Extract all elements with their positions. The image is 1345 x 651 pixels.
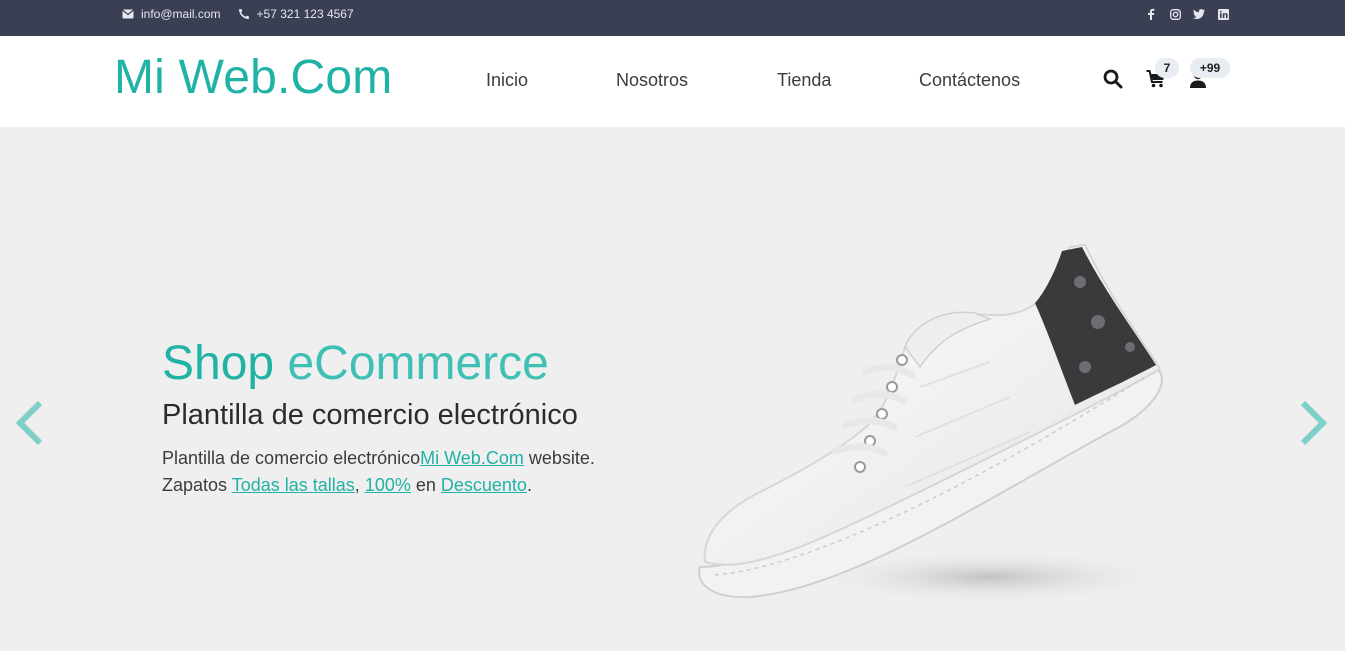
- hero-desc-line-1: Plantilla de comercio electrónicoMi Web.…: [162, 445, 595, 472]
- desc-text: Plantilla de comercio electrónico: [162, 448, 421, 468]
- hero-subtitle: Plantilla de comercio electrónico: [162, 399, 578, 431]
- desc-text: en: [410, 475, 441, 495]
- linkedin-icon[interactable]: [1217, 7, 1229, 21]
- sizes-link[interactable]: Todas las tallas: [232, 475, 355, 495]
- cart-count-badge: 7: [1155, 58, 1179, 78]
- hero-title-shop: Shop: [162, 337, 275, 390]
- phone-icon: [237, 7, 251, 21]
- nav-inicio[interactable]: Inicio: [486, 70, 528, 91]
- twitter-icon[interactable]: [1193, 7, 1205, 21]
- nav-tienda[interactable]: Tienda: [777, 70, 831, 91]
- desc-text: website.: [523, 448, 595, 468]
- phone-text[interactable]: +57 321 123 4567: [257, 7, 354, 21]
- hero-description: Plantilla de comercio electrónicoMi Web.…: [162, 445, 595, 499]
- hero-title: Shop eCommerce: [162, 336, 549, 391]
- search-icon[interactable]: [1102, 68, 1124, 90]
- site-logo[interactable]: Mi Web.Com: [114, 50, 393, 105]
- email-text[interactable]: info@mail.com: [141, 7, 221, 21]
- sneaker-image: [690, 237, 1190, 617]
- nav-contactenos[interactable]: Contáctenos: [919, 70, 1020, 91]
- hero-title-ecommerce: eCommerce: [287, 337, 549, 390]
- desc-text: .: [526, 475, 532, 495]
- hero-desc-line-2: Zapatos Todas las tallas, 100% en Descue…: [162, 472, 595, 499]
- desc-text: Zapatos: [162, 475, 232, 495]
- social-links: [1145, 7, 1229, 21]
- instagram-icon[interactable]: [1169, 7, 1181, 21]
- percent-link[interactable]: 100%: [365, 475, 411, 495]
- desc-text: ,: [354, 475, 365, 495]
- nav-nosotros[interactable]: Nosotros: [616, 70, 688, 91]
- discount-link[interactable]: Descuento: [441, 475, 527, 495]
- hero-slider: Shop eCommerce Plantilla de comercio ele…: [0, 127, 1345, 651]
- envelope-icon: [121, 7, 135, 21]
- facebook-icon[interactable]: [1145, 7, 1157, 21]
- next-slide-icon[interactable]: [1297, 400, 1329, 446]
- user-count-badge: +99: [1190, 58, 1230, 78]
- contact-info: info@mail.com +57 321 123 4567: [121, 0, 364, 28]
- site-header: Mi Web.Com Inicio Nosotros Tienda Contác…: [0, 36, 1345, 127]
- prev-slide-icon[interactable]: [14, 400, 46, 446]
- top-bar: info@mail.com +57 321 123 4567: [0, 0, 1345, 36]
- site-link[interactable]: Mi Web.Com: [420, 448, 524, 468]
